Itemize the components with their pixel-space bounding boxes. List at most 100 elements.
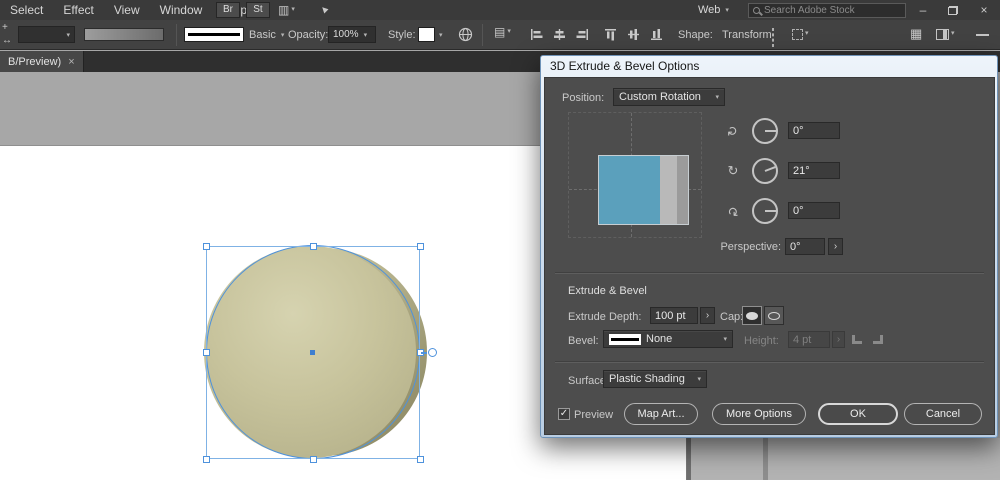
cube-edge-face <box>677 155 689 225</box>
bridge-button[interactable]: Br <box>216 2 240 18</box>
preview-checkbox[interactable]: ✓ <box>558 408 570 420</box>
menu-window[interactable]: Window <box>150 3 213 17</box>
selection-center-point[interactable] <box>310 350 315 355</box>
document-tab[interactable]: B/Preview) × <box>0 51 84 72</box>
align-bottom-icon[interactable] <box>650 28 663 41</box>
style-select[interactable]: ▾ <box>418 27 443 42</box>
cap-off-button[interactable] <box>764 306 784 325</box>
rotate-z-dial[interactable] <box>752 198 778 224</box>
rotate-x-axis-icon: ↻ <box>725 125 740 137</box>
section-divider <box>555 272 984 274</box>
selection-handle[interactable] <box>417 456 424 463</box>
cap-on-button[interactable] <box>742 306 762 325</box>
search-icon <box>753 7 760 14</box>
preferences-button[interactable]: ▤ ▾ <box>494 25 511 39</box>
opacity-label: Opacity: <box>288 29 329 41</box>
more-options-button[interactable]: More Options <box>712 403 806 425</box>
position-value: Custom Rotation <box>619 91 701 103</box>
cap-label: Cap: <box>720 311 744 323</box>
tab-close-icon[interactable]: × <box>68 56 74 68</box>
transform-button[interactable]: Transform <box>722 29 772 41</box>
brush-definition-select[interactable]: Basic ▾ <box>184 27 284 42</box>
grid-view-icon[interactable]: ▦ <box>910 27 922 41</box>
align-middle-icon[interactable] <box>627 28 640 41</box>
workspace-switcher-label: Web <box>698 4 721 16</box>
dialog-title[interactable]: 3D Extrude & Bevel Options <box>541 56 997 77</box>
reference-point-icon[interactable]: + <box>2 21 8 35</box>
cancel-button[interactable]: Cancel <box>904 403 982 425</box>
constrain-icon[interactable]: ↔ <box>2 34 12 48</box>
bounding-box-icon[interactable] <box>772 28 774 47</box>
position-select[interactable]: Custom Rotation ▾ <box>613 88 725 106</box>
panel-layout-icon <box>936 28 949 40</box>
selection-handle[interactable] <box>203 349 210 356</box>
align-right-icon[interactable] <box>576 28 589 41</box>
surface-select[interactable]: Plastic Shading ▾ <box>603 370 707 388</box>
document-icon: ▤ <box>494 25 506 39</box>
menu-select[interactable]: Select <box>0 3 53 17</box>
chevron-down-icon: ▾ <box>715 94 719 101</box>
dial-needle <box>765 130 776 132</box>
menu-effect[interactable]: Effect <box>53 3 103 17</box>
chevron-down-icon: ▾ <box>723 336 727 343</box>
chevron-down-icon: ▾ <box>697 376 701 383</box>
stock-button[interactable]: St <box>246 2 270 18</box>
chevron-down-icon: ▾ <box>66 31 70 39</box>
panel-edge <box>687 438 691 480</box>
bevel-label: Bevel: <box>568 335 599 347</box>
position-label: Position: <box>562 92 605 104</box>
brush-name: Basic <box>249 28 276 41</box>
arrange-documents-button[interactable]: ▥ ▾ <box>278 3 295 17</box>
opacity-input[interactable]: 100% ▾ <box>328 26 376 43</box>
brush-preview-swatch <box>184 27 244 42</box>
anchor-handle[interactable] <box>428 348 437 357</box>
extrude-depth-input[interactable] <box>650 307 698 324</box>
restore-button[interactable] <box>938 0 968 20</box>
cube-side-face <box>660 155 677 225</box>
cap-hollow-icon <box>768 311 780 320</box>
isolate-selection-button[interactable]: ▾ <box>792 27 809 41</box>
chevron-down-icon: ▾ <box>507 28 511 35</box>
brush-stroke-icon <box>188 33 240 36</box>
stock-search-box[interactable] <box>748 3 906 18</box>
selection-handle[interactable] <box>310 243 317 250</box>
ok-button[interactable]: OK <box>818 403 898 425</box>
chevron-right-icon: › <box>836 334 841 345</box>
selection-handle[interactable] <box>417 243 424 250</box>
panel-edge <box>763 438 768 480</box>
close-button[interactable]: × <box>968 0 1000 20</box>
panel-layout-button[interactable]: ▾ <box>936 27 955 41</box>
rotate-x-dial[interactable] <box>752 118 778 144</box>
toolbar-divider <box>482 24 483 46</box>
height-popup-button: › <box>832 331 845 348</box>
align-top-icon[interactable] <box>604 28 617 41</box>
menu-bar: Select Effect View Window Help Br St ▥ ▾… <box>0 0 1000 20</box>
rotation-track-cube[interactable] <box>568 112 702 238</box>
perspective-popup-button[interactable]: › <box>828 238 843 255</box>
bevel-line-icon <box>611 337 639 341</box>
rotate-y-dial[interactable] <box>752 158 778 184</box>
extrude-depth-popup-button[interactable]: › <box>700 307 715 324</box>
minimize-button[interactable]: – <box>908 0 938 20</box>
menu-view[interactable]: View <box>104 3 150 17</box>
document-setup-icon[interactable] <box>458 27 473 42</box>
perspective-input[interactable] <box>785 238 825 255</box>
rotate-y-input[interactable] <box>788 162 840 179</box>
rotate-x-input[interactable] <box>788 122 840 139</box>
map-art-button[interactable]: Map Art... <box>624 403 698 425</box>
gpu-performance-button[interactable]: ▲ <box>317 2 332 17</box>
rotate-z-axis-icon: ↻ <box>727 204 739 219</box>
stroke-select[interactable]: ▾ <box>18 26 75 43</box>
selection-handle[interactable] <box>203 243 210 250</box>
rotate-z-input[interactable] <box>788 202 840 219</box>
restore-icon <box>948 5 958 15</box>
align-left-icon[interactable] <box>530 28 543 41</box>
stock-search-input[interactable] <box>764 5 901 16</box>
rotate-y-axis-icon: ↻ <box>727 163 739 178</box>
selection-handle[interactable] <box>310 456 317 463</box>
selection-handle[interactable] <box>203 456 210 463</box>
workspace-switcher[interactable]: Web ▾ <box>698 0 729 20</box>
align-center-icon[interactable] <box>553 28 566 41</box>
bevel-select[interactable]: None ▾ <box>603 330 733 348</box>
gradient-slider[interactable] <box>84 28 164 41</box>
